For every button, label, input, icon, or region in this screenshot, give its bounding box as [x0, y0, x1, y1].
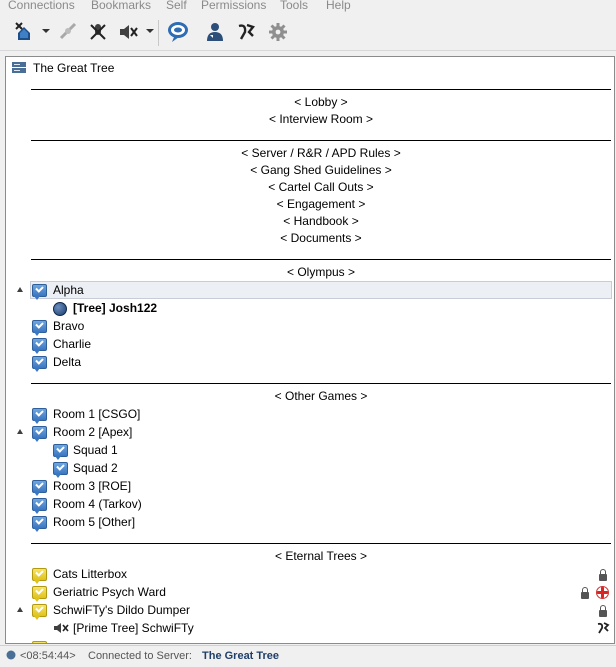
channel-icon [32, 641, 47, 643]
menu-connections[interactable]: Connections [8, 0, 75, 12]
mute-speakers-dropdown-arrow[interactable] [146, 29, 154, 33]
channel-cats-litterbox[interactable]: Cats Litterbox [53, 566, 127, 582]
user-voice-icon [53, 302, 67, 316]
spacer-other-games[interactable]: < Other Games > [31, 388, 611, 404]
connect-icon [59, 22, 77, 40]
channel-icon [32, 426, 47, 442]
channel-room-3[interactable]: Room 3 [ROE] [53, 478, 131, 494]
spacer-eternal-trees[interactable]: < Eternal Trees > [31, 548, 611, 564]
spacer-gang-shed[interactable]: < Gang Shed Guidelines > [31, 162, 611, 178]
spacer-line [31, 383, 611, 384]
whisper-icon [597, 622, 610, 634]
channel-geriatric-psych-ward[interactable]: Geriatric Psych Ward [53, 584, 166, 600]
channel-room-5[interactable]: Room 5 [Other] [53, 514, 135, 530]
channel-alpha[interactable] [30, 281, 612, 299]
menu-permissions[interactable]: Permissions [201, 0, 266, 12]
disconnect-button[interactable] [12, 20, 36, 44]
whisper-button[interactable] [234, 20, 258, 44]
whisper-icon [238, 23, 256, 40]
spacer-lobby[interactable]: < Lobby > [31, 94, 611, 110]
spacer-documents[interactable]: < Documents > [31, 230, 611, 246]
menu-bar: Connections Bookmarks Self Permissions T… [0, 0, 616, 14]
toolbar-separator [158, 20, 159, 46]
channel-squad-2[interactable]: Squad 2 [73, 460, 118, 476]
channel-icon [32, 516, 47, 532]
spacer-line [31, 89, 611, 90]
channel-charlie[interactable]: Charlie [53, 336, 91, 352]
channel-icon [32, 480, 47, 496]
settings-button[interactable] [266, 20, 290, 44]
status-message: Connected to Server: [88, 650, 192, 662]
channel-tree: The Great Tree < Lobby > < Interview Roo… [5, 56, 615, 644]
disconnect-icon [15, 22, 30, 40]
user-schwifty[interactable]: [Prime Tree] SchwiFTy [73, 620, 194, 636]
user-josh122[interactable]: [Tree] Josh122 [73, 300, 157, 316]
status-time: <08:54:44> [20, 650, 76, 662]
channel-room-1[interactable]: Room 1 [CSGO] [53, 406, 140, 422]
lock-icon [599, 569, 607, 581]
channel-label: Alpha [53, 283, 84, 297]
chat-button[interactable] [166, 20, 190, 44]
england-flag-icon [596, 586, 609, 599]
spacer-server-rules[interactable]: < Server / R&R / APD Rules > [31, 145, 611, 161]
spacer-interview-room[interactable]: < Interview Room > [31, 111, 611, 127]
spacer-handbook[interactable]: < Handbook > [31, 213, 611, 229]
spacer-line [31, 140, 611, 141]
spacer-line [31, 543, 611, 544]
mute-microphone-button[interactable] [86, 20, 110, 44]
menu-self[interactable]: Self [166, 0, 187, 12]
channel-icon [32, 604, 47, 620]
toolbar [0, 14, 616, 51]
channel-schwifty-dumper[interactable]: SchwiFTy's Dildo Dumper [53, 602, 190, 618]
channel-icon [32, 356, 47, 372]
lock-icon [581, 587, 589, 599]
info-icon [6, 650, 16, 660]
spacer-engagement[interactable]: < Engagement > [31, 196, 611, 212]
expand-arrow-icon[interactable] [17, 429, 23, 434]
channel-squad-1[interactable]: Squad 1 [73, 442, 118, 458]
menu-help[interactable]: Help [326, 0, 351, 12]
spacer-line [31, 259, 611, 260]
connect-button[interactable] [56, 20, 80, 44]
lock-icon [599, 605, 607, 617]
channel-bravo[interactable]: Bravo [53, 318, 84, 334]
channel-icon [32, 586, 47, 602]
mute-speakers-button[interactable] [116, 20, 140, 44]
spacer-cartel[interactable]: < Cartel Call Outs > [31, 179, 611, 195]
channel-icon [53, 444, 68, 460]
channel-icon [32, 338, 47, 354]
contacts-icon [207, 23, 223, 41]
disconnect-dropdown-arrow[interactable] [42, 29, 50, 33]
chat-icon [168, 22, 188, 42]
expand-arrow-icon[interactable] [17, 287, 23, 292]
channel-icon [32, 284, 47, 300]
server-name: The Great Tree [33, 61, 115, 75]
muted-speaker-icon [54, 623, 69, 633]
settings-icon [269, 23, 287, 41]
server-icon [12, 62, 26, 73]
menu-tools[interactable]: Tools [280, 0, 308, 12]
status-server: The Great Tree [202, 650, 280, 662]
channel-icon [53, 462, 68, 478]
channel-room-4[interactable]: Room 4 (Tarkov) [53, 496, 142, 512]
channel-room-2[interactable]: Room 2 [Apex] [53, 424, 132, 440]
contacts-button[interactable] [203, 20, 227, 44]
channel-icon [32, 320, 47, 336]
channel-icon [32, 568, 47, 584]
menu-bookmarks[interactable]: Bookmarks [91, 0, 151, 12]
status-bar: <08:54:44> Connected to Server: The Grea… [0, 645, 616, 667]
server-row[interactable]: The Great Tree [6, 59, 614, 77]
mute-microphone-icon [90, 24, 106, 40]
expand-arrow-icon[interactable] [17, 607, 23, 612]
channel-icon [32, 498, 47, 514]
channel-delta[interactable]: Delta [53, 354, 81, 370]
mute-speakers-icon [120, 25, 138, 39]
spacer-olympus[interactable]: < Olympus > [31, 264, 611, 280]
channel-icon [32, 408, 47, 424]
